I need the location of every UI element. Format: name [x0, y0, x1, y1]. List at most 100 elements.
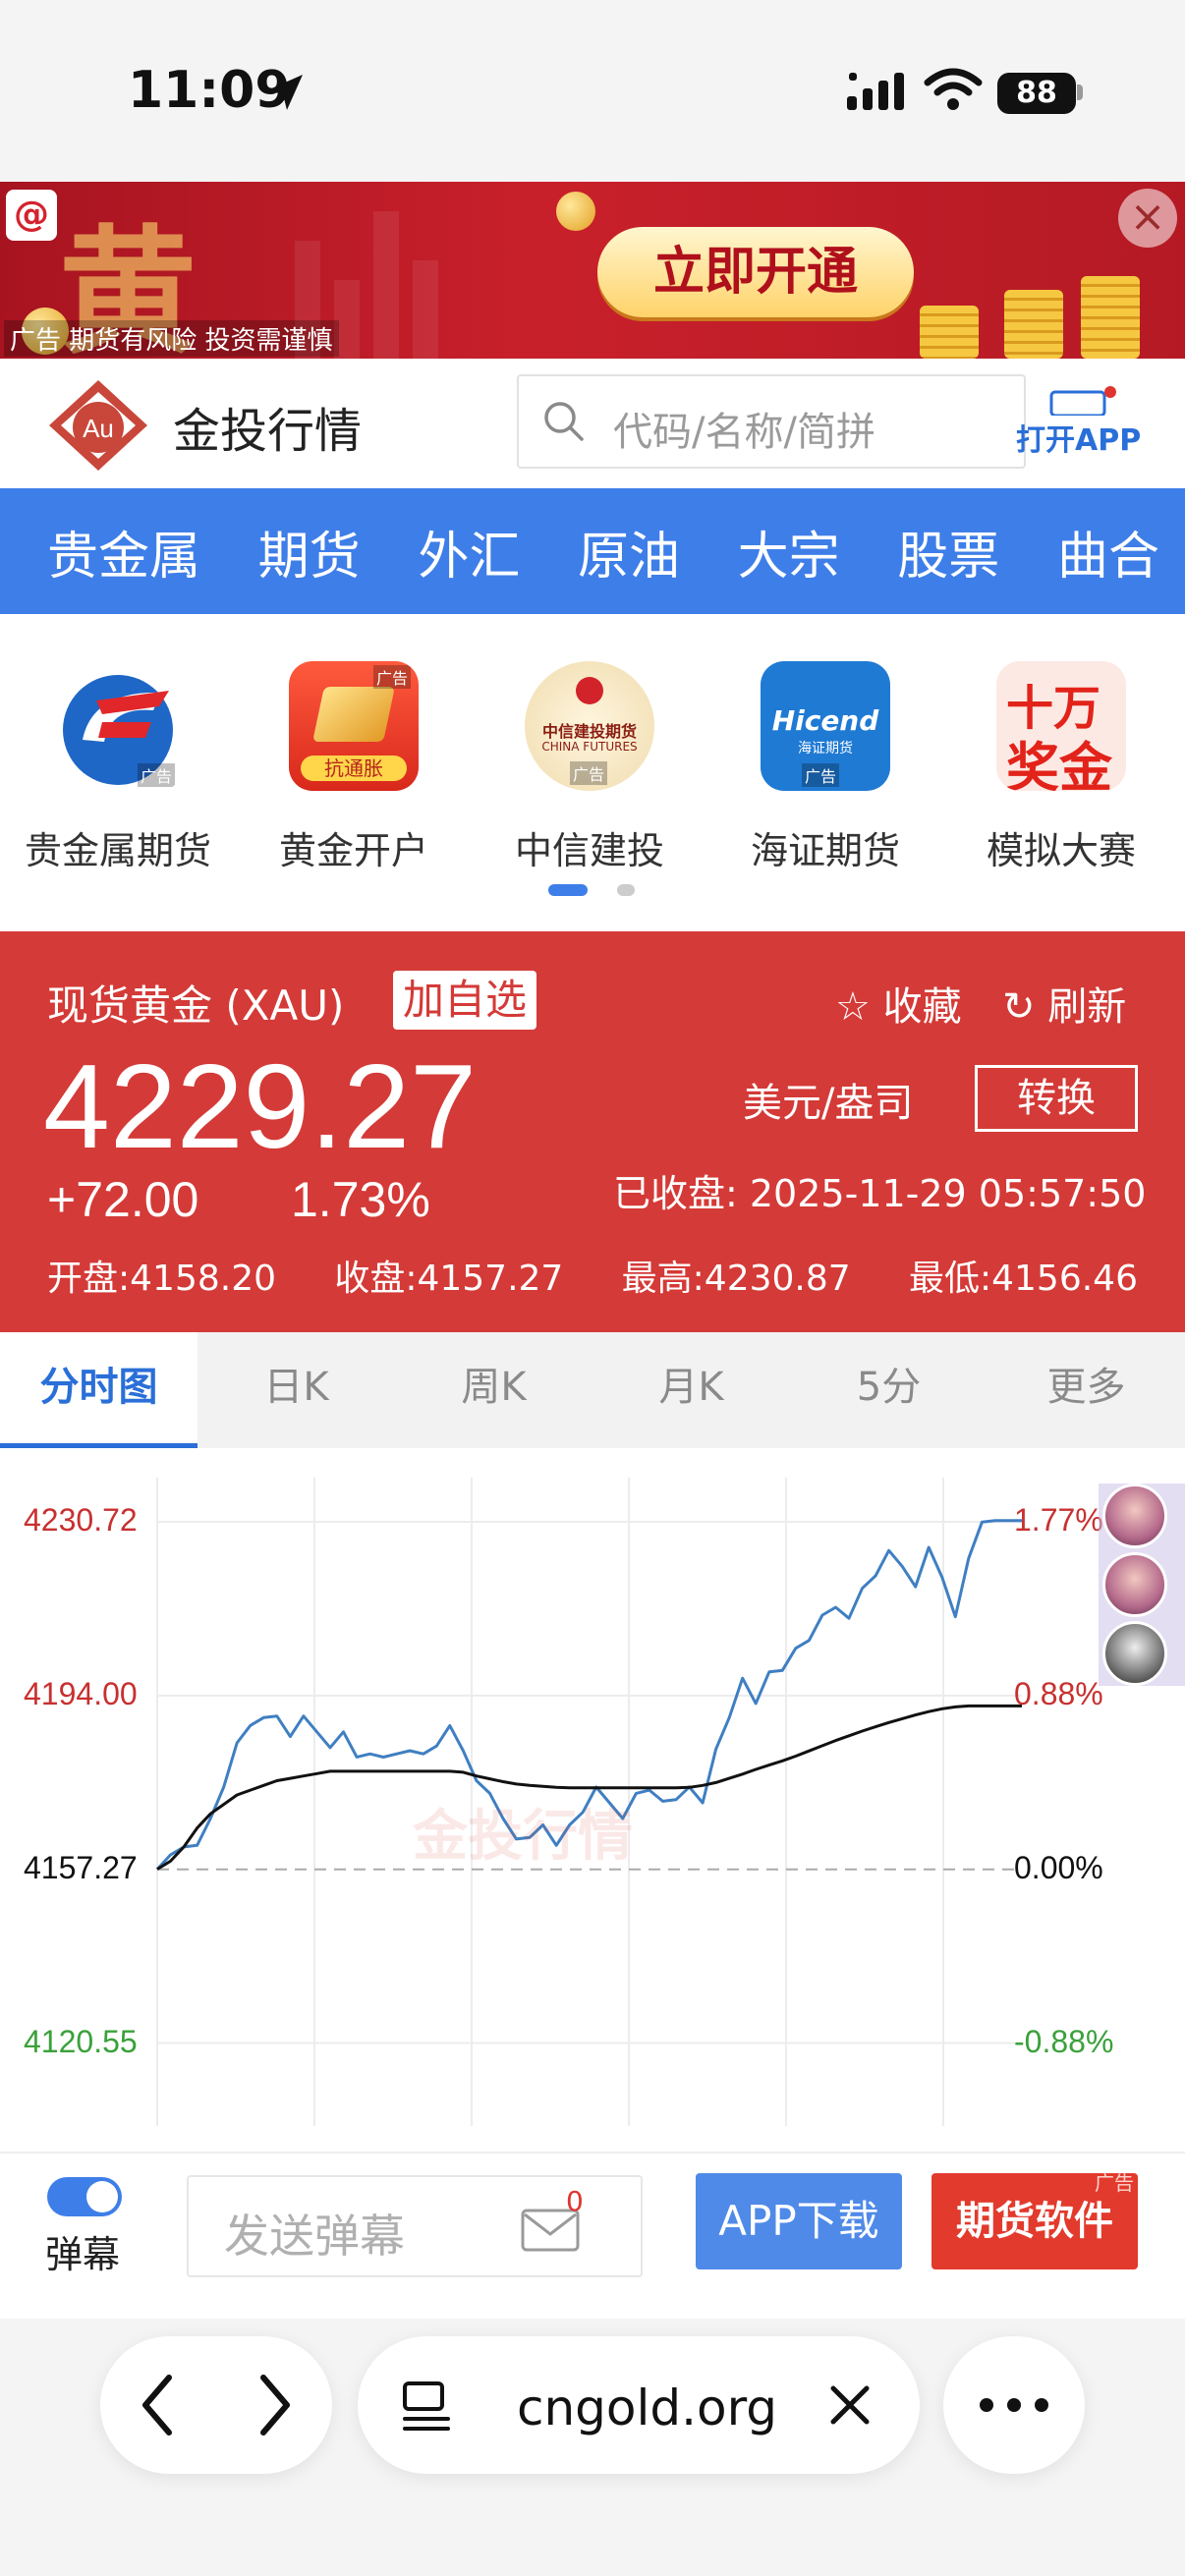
- low-price: 最低:4156.46: [908, 1259, 1138, 1299]
- viewer-avatar[interactable]: [1102, 1621, 1167, 1686]
- y-axis-label-left: 4157.27: [24, 1849, 138, 1885]
- shortcut-gold-account[interactable]: 抗通胀 广告 黄金开户: [236, 661, 472, 874]
- back-icon[interactable]: [130, 2366, 189, 2444]
- shortcut-label: 模拟大赛: [986, 829, 1136, 872]
- y-axis-label-right: -0.88%: [1014, 2023, 1114, 2059]
- shortcut-label: 海证期货: [750, 829, 900, 872]
- tab-weekly-k[interactable]: 周K: [395, 1332, 592, 1448]
- open-app-button[interactable]: 打开APP: [1016, 386, 1144, 461]
- coin-icon: [556, 192, 595, 231]
- danmu-input[interactable]: 发送弹幕 0: [187, 2175, 643, 2277]
- page-dot: [617, 884, 635, 896]
- viewer-avatar[interactable]: [1102, 1552, 1167, 1617]
- banner-decor-bar: [413, 260, 438, 359]
- gold-bar-icon: [312, 687, 395, 742]
- nav-item-crude-oil[interactable]: 原油: [578, 515, 680, 588]
- nav-item-precious-metals[interactable]: 贵金属: [47, 515, 200, 588]
- hicend-name: Hicend: [771, 704, 879, 737]
- price-change: +72.00: [47, 1172, 199, 1227]
- convert-button[interactable]: 转换: [975, 1065, 1138, 1132]
- instrument-name: 现货黄金 (XAU): [47, 981, 345, 1030]
- shortcut-hicend[interactable]: Hicend 海证期货 广告 海证期货: [707, 661, 943, 874]
- page-dot-active: [548, 884, 588, 896]
- y-axis-label-left: 4194.00: [24, 1675, 138, 1711]
- gold-coin-stack: [920, 306, 979, 359]
- search-placeholder: 代码/名称/简拼: [613, 410, 875, 455]
- forward-icon[interactable]: [244, 2366, 303, 2444]
- close-icon[interactable]: ×: [1118, 189, 1177, 248]
- shortcut-label: 黄金开户: [278, 829, 428, 872]
- hicend-cn: 海证期货: [798, 741, 853, 756]
- search-box[interactable]: 代码/名称/简拼: [517, 374, 1026, 469]
- site-name: 金投行情: [173, 404, 363, 459]
- y-axis-label-right: 0.88%: [1014, 1675, 1103, 1711]
- quote-card: 现货黄金 (XAU) 加自选 ☆ 收藏 ↻ 刷新 4229.27 美元/盎司 转…: [0, 931, 1185, 1332]
- shortcut-simulation-contest[interactable]: 十万 奖金 模拟大赛: [943, 661, 1179, 874]
- tab-intraday[interactable]: 分时图: [0, 1332, 198, 1448]
- viewer-avatar[interactable]: [1102, 1484, 1167, 1548]
- ad-banner[interactable]: 黄 @ 立即开通 广告 期货有风险 投资需谨慎: [0, 182, 1185, 359]
- y-axis-label-left: 4230.72: [24, 1502, 138, 1539]
- chart-watermark: 金投行情: [413, 1805, 633, 1869]
- open-app-label: 打开APP: [1016, 423, 1142, 458]
- activate-now-button[interactable]: 立即开通: [597, 227, 914, 317]
- nav-item-futures[interactable]: 期货: [258, 515, 361, 588]
- category-nav: 贵金属 期货 外汇 原油 大宗 股票 曲合: [0, 488, 1185, 614]
- tab-daily-k[interactable]: 日K: [198, 1332, 395, 1448]
- disclaimer-text: 期货有风险 投资需谨慎: [69, 326, 333, 356]
- risk-disclaimer: 广告 期货有风险 投资需谨慎: [4, 320, 339, 357]
- price-unit: 美元/盎司: [743, 1081, 914, 1126]
- shortcut-precious-metal-futures[interactable]: 广告 贵金属期货: [0, 661, 236, 874]
- close-tab-icon[interactable]: [825, 2380, 875, 2430]
- tab-monthly-k[interactable]: 月K: [592, 1332, 790, 1448]
- search-icon: [544, 402, 584, 441]
- current-price: 4229.27: [43, 1039, 477, 1173]
- nav-item-commodities[interactable]: 大宗: [738, 515, 840, 588]
- ad-label: 广告: [10, 326, 62, 356]
- citic-en: CHINA FUTURES: [541, 740, 638, 754]
- refresh-label: 刷新: [1047, 984, 1127, 1030]
- danmu-bar: 弹幕 发送弹幕 0 APP下载 期货软件 广告: [0, 2152, 1185, 2319]
- danmu-placeholder: 发送弹幕: [224, 2210, 405, 2263]
- more-menu-button[interactable]: [943, 2336, 1085, 2474]
- nav-item-stocks[interactable]: 股票: [897, 515, 999, 588]
- page-menu-icon[interactable]: [399, 2378, 454, 2433]
- tab-more[interactable]: 更多: [988, 1332, 1185, 1448]
- open-app-icon: [1049, 386, 1116, 416]
- address-bar[interactable]: cngold.org: [358, 2336, 920, 2474]
- danmu-toggle[interactable]: [47, 2177, 122, 2216]
- y-axis-label-right: 1.77%: [1014, 1502, 1103, 1539]
- futures-software-label: 期货软件: [956, 2199, 1113, 2244]
- star-icon: ☆: [835, 984, 871, 1030]
- shortcut-label: 贵金属期货: [24, 829, 211, 872]
- citic-futures-icon: 中信建投期货 CHINA FUTURES 广告: [525, 661, 654, 791]
- add-watchlist-button[interactable]: 加自选: [393, 971, 537, 1030]
- futures-software-button[interactable]: 期货软件 广告: [931, 2171, 1138, 2269]
- shortcut-ad-tag: 广告: [801, 763, 839, 787]
- app-download-button[interactable]: APP下载: [696, 2173, 902, 2269]
- shortcut-citic[interactable]: 中信建投期货 CHINA FUTURES 广告 中信建投: [472, 661, 707, 874]
- shortcut-ad-tag: 广告: [372, 665, 411, 689]
- intraday-chart[interactable]: 金投行情 4230.72 1.77% 4194.00 0.88% 4157.27 0.00…: [0, 1448, 1185, 2152]
- battery-tip: [1077, 84, 1083, 100]
- refresh-button[interactable]: ↻ 刷新: [1002, 975, 1126, 1032]
- site-header: Au 金投行情 代码/名称/简拼 打开APP: [0, 359, 1185, 488]
- shortcut-grid: 广告 贵金属期货 抗通胀 广告 黄金开户 中信建投期货 CHINA FUTURE…: [0, 614, 1185, 928]
- nav-item-forex[interactable]: 外汇: [418, 515, 520, 588]
- shortcut-label: 中信建投: [514, 829, 664, 872]
- tab-5min[interactable]: 5分: [790, 1332, 988, 1448]
- high-price: 最高:4230.87: [621, 1259, 851, 1299]
- close-price: 收盘:4157.27: [334, 1259, 564, 1299]
- gold-account-icon: 抗通胀 广告: [289, 661, 419, 791]
- banner-decor-bar: [373, 211, 399, 359]
- gold-account-badge: 抗通胀: [301, 756, 407, 781]
- status-bar: 11:09 88: [0, 0, 1185, 182]
- citic-emblem-icon: [576, 677, 603, 704]
- y-axis-label-left: 4120.55: [24, 2023, 138, 2059]
- nav-item-qufu[interactable]: 曲合: [1057, 515, 1159, 588]
- battery-indicator: 88: [997, 73, 1076, 114]
- url-text: cngold.org: [517, 2380, 778, 2436]
- ad-tag: 广告: [1095, 2171, 1134, 2195]
- favorite-button[interactable]: ☆ 收藏: [835, 975, 962, 1032]
- site-logo[interactable]: Au: [47, 378, 149, 473]
